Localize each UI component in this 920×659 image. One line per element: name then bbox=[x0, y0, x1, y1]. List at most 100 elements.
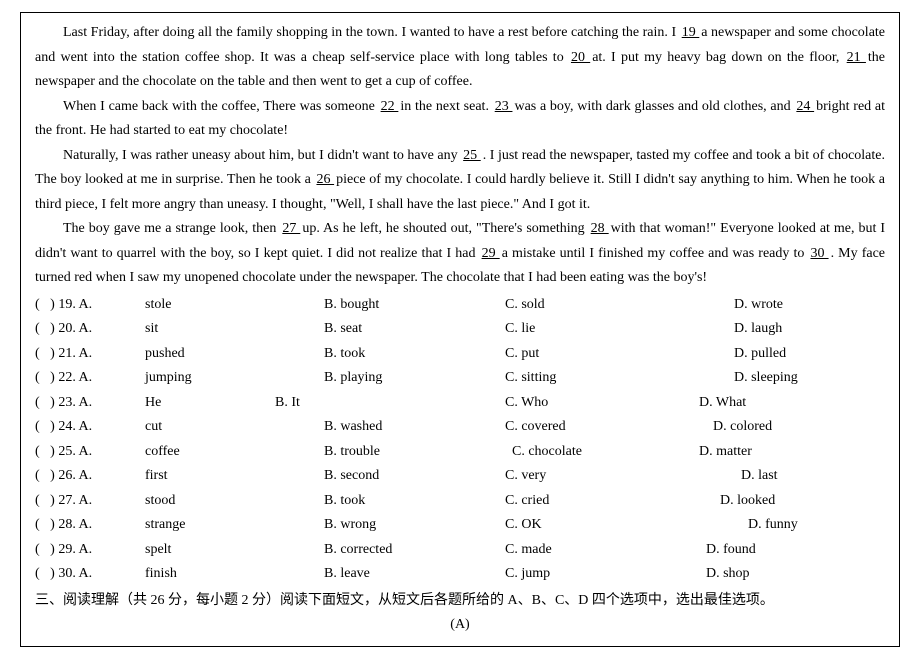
paragraph-2: When I came back with the coffee, There … bbox=[35, 95, 885, 144]
option-c: C. sitting bbox=[505, 366, 556, 391]
paragraph-4: The boy gave me a strange look, then 27 … bbox=[35, 217, 885, 291]
option-a: pushed bbox=[145, 342, 275, 367]
question-row: ( ) 21. A. pushed B. tookC. put D. pulle… bbox=[35, 342, 885, 367]
option-b: B. took bbox=[324, 489, 365, 514]
option-b-wrap: B. took bbox=[275, 489, 505, 514]
option-b-wrap: B. corrected bbox=[275, 538, 505, 563]
question-row: ( ) 25. A. coffee B. trouble C. chocolat… bbox=[35, 440, 885, 465]
option-b: B. wrong bbox=[324, 513, 376, 538]
blank-21: 21 bbox=[845, 50, 868, 65]
option-b-wrap: B. took bbox=[275, 342, 505, 367]
option-b: B. took bbox=[324, 342, 365, 367]
option-b-wrap: B. It bbox=[275, 391, 505, 416]
option-b-wrap: B. seat bbox=[275, 317, 505, 342]
option-a: strange bbox=[145, 513, 275, 538]
answer-options: ( ) 19. A. stole B. boughtC. sold D. wro… bbox=[35, 293, 885, 587]
question-row: ( ) 29. A. spelt B. correctedC. made D. … bbox=[35, 538, 885, 563]
section-heading: 三、阅读理解（共 26 分，每小题 2 分）阅读下面短文，从短文后各题所给的 A… bbox=[35, 589, 885, 614]
question-number: ( ) 30. A. bbox=[35, 562, 145, 587]
option-c-wrap: C. jump bbox=[505, 562, 685, 587]
question-row: ( ) 26. A. first B. secondC. very D. las… bbox=[35, 464, 885, 489]
text: Last Friday, after doing all the family … bbox=[63, 25, 680, 40]
paragraph-1: Last Friday, after doing all the family … bbox=[35, 21, 885, 95]
question-number: ( ) 25. A. bbox=[35, 440, 145, 465]
option-d: D. colored bbox=[713, 415, 772, 440]
option-c-wrap: C. OK bbox=[505, 513, 685, 538]
option-b-wrap: B. trouble bbox=[275, 440, 505, 465]
text: a mistake until I finished my coffee and… bbox=[502, 246, 809, 261]
option-c: C. chocolate bbox=[512, 440, 582, 465]
option-d-wrap: D. sleeping bbox=[685, 366, 798, 391]
option-c: C. made bbox=[505, 538, 552, 563]
question-row: ( ) 28. A. strange B. wrong C. OK D. funn… bbox=[35, 513, 885, 538]
option-a: first bbox=[145, 464, 275, 489]
option-b: B. playing bbox=[324, 366, 382, 391]
question-row: ( ) 30. A. finish B. leaveC. jump D. sho… bbox=[35, 562, 885, 587]
option-c-wrap: C. Who bbox=[505, 391, 685, 416]
option-a: He bbox=[145, 391, 275, 416]
option-d-wrap: D. looked bbox=[685, 489, 775, 514]
blank-28: 28 bbox=[589, 221, 611, 236]
blank-20: 20 bbox=[569, 50, 592, 65]
option-c: C. sold bbox=[505, 293, 545, 318]
option-c-wrap: C. lie bbox=[505, 317, 685, 342]
option-b: B. It bbox=[275, 391, 300, 416]
text: When I came back with the coffee, There … bbox=[63, 99, 379, 114]
option-c-wrap: C. cried bbox=[505, 489, 685, 514]
option-c-wrap: C. put bbox=[505, 342, 685, 367]
option-a: sit bbox=[145, 317, 275, 342]
option-c: C. very bbox=[505, 464, 546, 489]
option-b-wrap: B. leave bbox=[275, 562, 505, 587]
option-d-wrap: D. funny bbox=[685, 513, 798, 538]
blank-19: 19 bbox=[680, 25, 702, 40]
option-a: stood bbox=[145, 489, 275, 514]
option-a: spelt bbox=[145, 538, 275, 563]
option-b: B. corrected bbox=[324, 538, 392, 563]
option-c-wrap: C. sold bbox=[505, 293, 685, 318]
option-c: C. lie bbox=[505, 317, 535, 342]
question-number: ( ) 28. A. bbox=[35, 513, 145, 538]
option-d: D. looked bbox=[720, 489, 775, 514]
question-number: ( ) 20. A. bbox=[35, 317, 145, 342]
option-a: cut bbox=[145, 415, 275, 440]
blank-26: 26 bbox=[314, 172, 336, 187]
option-c: C. OK bbox=[505, 513, 542, 538]
option-a: stole bbox=[145, 293, 275, 318]
option-d-wrap: D. What bbox=[685, 391, 746, 416]
question-row: ( ) 24. A. cut B. washedC. covered D. co… bbox=[35, 415, 885, 440]
option-b: B. seat bbox=[324, 317, 362, 342]
option-d-wrap: D. colored bbox=[685, 415, 772, 440]
option-b-wrap: B. playing bbox=[275, 366, 505, 391]
blank-24: 24 bbox=[794, 99, 816, 114]
option-c-wrap: C. very bbox=[505, 464, 685, 489]
question-number: ( ) 27. A. bbox=[35, 489, 145, 514]
text: up. As he left, he shouted out, "There's… bbox=[302, 221, 588, 236]
option-d-wrap: D. wrote bbox=[685, 293, 783, 318]
question-row: ( ) 19. A. stole B. boughtC. sold D. wro… bbox=[35, 293, 885, 318]
option-b: B. trouble bbox=[324, 440, 380, 465]
option-d-wrap: D. last bbox=[685, 464, 778, 489]
option-c: C. cried bbox=[505, 489, 549, 514]
option-d: D. sleeping bbox=[734, 366, 798, 391]
question-row: ( ) 23. A. HeB. ItC. Who D. What bbox=[35, 391, 885, 416]
option-b: B. washed bbox=[324, 415, 382, 440]
option-c: C. covered bbox=[505, 415, 566, 440]
blank-25: 25 bbox=[461, 148, 483, 163]
option-d: D. last bbox=[741, 464, 778, 489]
question-number: ( ) 26. A. bbox=[35, 464, 145, 489]
question-number: ( ) 21. A. bbox=[35, 342, 145, 367]
option-a: coffee bbox=[145, 440, 275, 465]
text: in the next seat. bbox=[400, 99, 492, 114]
option-b-wrap: B. second bbox=[275, 464, 505, 489]
option-c: C. Who bbox=[505, 391, 548, 416]
option-d: D. found bbox=[706, 538, 756, 563]
question-number: ( ) 19. A. bbox=[35, 293, 145, 318]
option-b-wrap: B. washed bbox=[275, 415, 505, 440]
text: was a boy, with dark glasses and old clo… bbox=[514, 99, 794, 114]
option-d-wrap: D. laugh bbox=[685, 317, 782, 342]
option-d: D. matter bbox=[699, 440, 752, 465]
option-b: B. leave bbox=[324, 562, 370, 587]
option-d: D. wrote bbox=[734, 293, 783, 318]
text: The boy gave me a strange look, then bbox=[63, 221, 280, 236]
option-c-wrap: C. made bbox=[505, 538, 685, 563]
